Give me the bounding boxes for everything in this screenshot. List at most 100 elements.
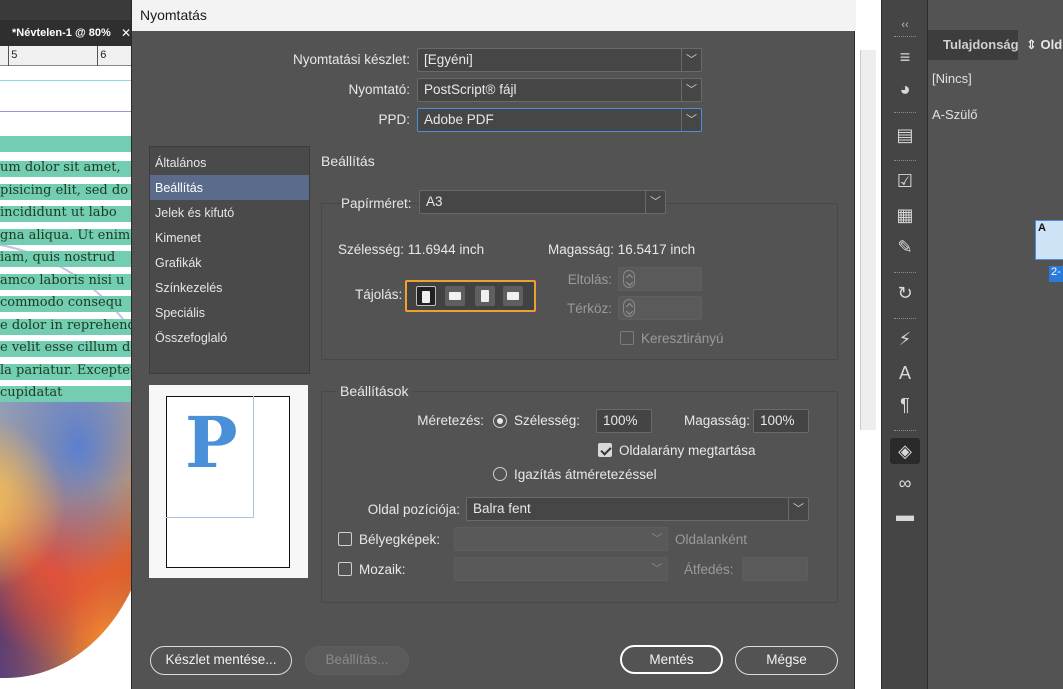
- sidebar-item-graphics[interactable]: Grafikák: [150, 250, 309, 275]
- stepper-icon: [623, 270, 635, 288]
- offset-input[interactable]: [618, 267, 702, 291]
- reverse-landscape-icon[interactable]: [503, 286, 523, 306]
- ppd-label: PPD:: [378, 112, 410, 127]
- scaling-height-label: Magasság:: [684, 413, 751, 428]
- scaling-height-value: 100%: [760, 413, 795, 428]
- document-tab[interactable]: *Névtelen-1 @ 80% ✕: [0, 20, 131, 46]
- reverse-portrait-icon[interactable]: [475, 286, 495, 306]
- page-position-select[interactable]: Balra fent ﹀: [466, 497, 809, 521]
- collapse-icon[interactable]: ‹‹: [890, 12, 920, 38]
- text-line: iam, quis nostrud: [0, 247, 131, 270]
- fit-scaling-label: Igazítás átméretezéssel: [514, 467, 657, 482]
- chat-icon[interactable]: ▬: [890, 502, 920, 528]
- sidebar-item-advanced[interactable]: Speciális: [150, 300, 309, 325]
- chevron-down-icon: ﹀: [651, 563, 663, 575]
- print-preview: P: [149, 385, 308, 578]
- save-preset-button[interactable]: Készlet mentése...: [150, 646, 292, 675]
- paper-size-select[interactable]: A3 ﹀: [419, 190, 666, 214]
- tab-pages[interactable]: ⇕ Old: [1018, 30, 1063, 60]
- panel-tabs: Tulajdonság ⇕ Old: [928, 30, 1063, 60]
- setup-button[interactable]: Beállítás...: [305, 646, 409, 675]
- scaling-label: Méretezés:: [417, 413, 484, 428]
- lightning-folder-icon[interactable]: ⚡: [890, 326, 920, 352]
- master-a-parent[interactable]: A-Szülő: [932, 107, 978, 122]
- preview-letter: P: [185, 401, 238, 484]
- character-style-icon[interactable]: A: [890, 360, 920, 386]
- rotate-icon[interactable]: ↻: [890, 280, 920, 306]
- paper-size-value: A3: [426, 194, 443, 209]
- sidebar-item-general[interactable]: Általános: [150, 150, 309, 175]
- landscape-icon[interactable]: [445, 286, 465, 306]
- thumbnails-checkbox[interactable]: [338, 532, 352, 546]
- text-line: e dolor in reprehend: [0, 315, 131, 338]
- close-icon[interactable]: ✕: [121, 26, 131, 40]
- thumbnails-label: Bélyegképek:: [359, 532, 441, 547]
- sidebar-item-color-management[interactable]: Színkezelés: [150, 275, 309, 300]
- fit-scaling-radio[interactable]: [493, 467, 507, 481]
- vertical-scrollbar[interactable]: [860, 50, 876, 430]
- notes-icon[interactable]: ▦: [890, 202, 920, 228]
- scaling-width-label: Szélesség:: [514, 413, 581, 428]
- setup-section-title: Beállítás: [321, 153, 375, 169]
- cancel-button[interactable]: Mégse: [735, 646, 838, 675]
- checklist-icon[interactable]: ☑: [890, 168, 920, 194]
- page-thumbnail[interactable]: A: [1035, 220, 1063, 260]
- text-line: cupidatat: [0, 382, 131, 405]
- document-canvas-right: [855, 0, 881, 689]
- scaling-width-value: 100%: [603, 413, 638, 428]
- page-number-badge: 2-: [1049, 266, 1063, 282]
- hamburger-icon[interactable]: ≡: [890, 44, 920, 70]
- palette-icon[interactable]: ◕: [890, 76, 920, 102]
- options-section-title: Beállítások: [336, 383, 413, 399]
- scaling-height-input[interactable]: 100%: [753, 409, 809, 433]
- guide-line: [0, 80, 131, 81]
- text-line: amco laboris nisi u: [0, 270, 131, 293]
- sidebar-item-marks-bleed[interactable]: Jelek és kifutó: [150, 200, 309, 225]
- tile-checkbox[interactable]: [338, 562, 352, 576]
- text-line: um dolor sit amet,: [0, 157, 131, 180]
- guide-line: [0, 111, 131, 112]
- paper-width-text: Szélesség: 11.6944 inch: [338, 242, 485, 257]
- sidebar-item-summary[interactable]: Összefoglaló: [150, 325, 309, 350]
- scaling-width-radio[interactable]: [493, 414, 507, 428]
- sidebar-item-setup[interactable]: Beállítás: [150, 175, 309, 200]
- properties-panel: Tulajdonság ⇕ Old [Nincs] A-Szülő A 2-: [927, 0, 1063, 689]
- constrain-proportions-label: Oldalarány megtartása: [619, 443, 756, 458]
- text-line: incididunt ut labo: [0, 202, 131, 225]
- panel-icon-bar: ‹‹ ≡ ◕ ▤ ☑ ▦ ✎ ↻ ⚡ A ¶ ◈ ∞ ▬: [881, 0, 927, 689]
- transverse-checkbox[interactable]: [620, 331, 634, 345]
- printer-value: PostScript® fájl: [424, 82, 517, 97]
- preset-select[interactable]: [Egyéni] ﹀: [417, 48, 702, 72]
- ppd-select[interactable]: Adobe PDF ﹀: [417, 108, 702, 132]
- text-line: la pariatur. Excepteu: [0, 360, 131, 383]
- overlap-input[interactable]: [742, 557, 808, 581]
- tile-select[interactable]: ﹀: [454, 557, 668, 581]
- text-frame[interactable]: um dolor sit amet, pisicing elit, sed do…: [0, 157, 131, 405]
- save-button[interactable]: Mentés: [620, 645, 723, 674]
- scaling-width-input[interactable]: 100%: [596, 409, 652, 433]
- edit-notes-icon[interactable]: ✎: [890, 234, 920, 260]
- ppd-value: Adobe PDF: [424, 112, 494, 127]
- sidebar-item-output[interactable]: Kimenet: [150, 225, 309, 250]
- paper-size-label: Papírméret:: [341, 196, 412, 211]
- text-line: gna aliqua. Ut enim: [0, 225, 131, 248]
- overlap-label: Átfedés:: [684, 562, 734, 577]
- thumbnails-select[interactable]: ﹀: [454, 527, 668, 551]
- link-icon[interactable]: ∞: [890, 470, 920, 496]
- constrain-proportions-checkbox[interactable]: [598, 443, 612, 457]
- paragraph-style-icon[interactable]: ¶: [890, 392, 920, 418]
- gap-input[interactable]: [618, 296, 702, 320]
- printer-select[interactable]: PostScript® fájl ﹀: [417, 78, 702, 102]
- master-none[interactable]: [Nincs]: [932, 71, 972, 86]
- tab-properties[interactable]: Tulajdonság: [943, 37, 1019, 52]
- comment-icon[interactable]: ▤: [890, 122, 920, 148]
- text-highlight: [0, 136, 131, 152]
- page-position-label: Oldal pozíciója:: [367, 502, 460, 517]
- layers-icon[interactable]: ◈: [890, 438, 920, 464]
- chevron-down-icon: ﹀: [681, 49, 701, 71]
- text-line: pisicing elit, sed do e: [0, 180, 131, 203]
- dialog-title: Nyomtatás: [132, 0, 856, 31]
- portrait-icon[interactable]: [416, 286, 436, 306]
- chevron-down-icon: ﹀: [788, 498, 808, 520]
- menu-bar: [0, 0, 131, 20]
